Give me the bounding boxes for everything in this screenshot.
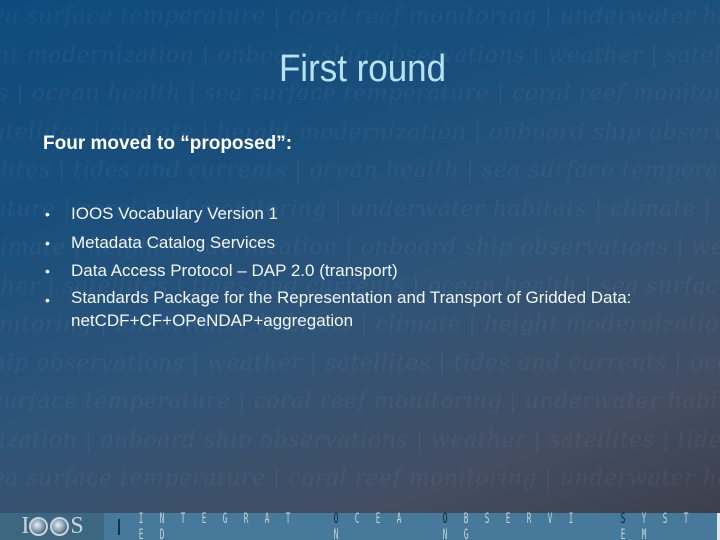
tagline-letter: C	[354, 510, 360, 527]
bullet-text: Standards Package for the Representation…	[71, 287, 632, 331]
bullet-text: IOOS Vocabulary Version 1	[71, 204, 278, 223]
tagline-letter: A	[396, 510, 402, 527]
tagline-letter: A	[264, 510, 270, 527]
tagline-letter: I	[568, 510, 574, 527]
tagline-letter: I	[138, 510, 144, 527]
tagline-letter: E	[201, 510, 207, 527]
tagline-letter: V	[547, 510, 553, 527]
watermark-line: sea surface temperature | coral reef mon…	[0, 389, 720, 414]
tagline-letter: G	[222, 510, 228, 527]
tagline-letter: T	[683, 510, 689, 527]
footer-bar: I S I N T E G R A TE D O C E AN O B S E R V IN G S Y S TE M	[0, 511, 720, 540]
globe-icon	[29, 517, 49, 536]
tagline-letter: R	[526, 510, 532, 527]
tagline-letter: S	[662, 510, 668, 527]
bullet-text: Data Access Protocol – DAP 2.0 (transpor…	[71, 261, 398, 280]
logo-letter-s: S	[70, 513, 83, 539]
tagline-letter: Y	[641, 510, 647, 527]
globe-icon	[50, 517, 70, 536]
tagline-letter: B	[463, 510, 469, 527]
tagline-letter: D	[159, 526, 165, 540]
tagline-letter: E	[138, 526, 144, 540]
tagline-letter: S	[620, 510, 626, 527]
tagline-letter: N	[159, 510, 165, 527]
tagline-letter: N	[333, 526, 339, 540]
bullet-icon: •	[45, 263, 50, 279]
bullet-icon: •	[45, 291, 50, 308]
slide-title: First round	[278, 48, 447, 90]
watermark-line: ship observations | weather | satellites…	[0, 350, 720, 376]
tagline-letter: M	[641, 526, 647, 540]
tagline-word: O C E A N	[329, 511, 416, 540]
watermark-line: satellites | tides and currents | ocean …	[0, 158, 720, 183]
watermark-line: sea surface temperature | coral reef mon…	[0, 4, 720, 29]
tagline-letter: E	[620, 526, 626, 540]
watermark-line: modernization | onboard ship observation…	[0, 427, 720, 453]
tagline-letter: T	[180, 510, 186, 527]
slide-subtitle: Four moved to “proposed”:	[43, 133, 293, 154]
tagline-divider	[118, 518, 120, 535]
tagline-word: S Y S TE M	[616, 511, 720, 540]
tagline-word: I N T E G R A TE D	[134, 511, 307, 540]
ioos-logo: I S	[0, 513, 104, 540]
bullet-item: • Data Access Protocol – DAP 2.0 (transp…	[45, 257, 705, 286]
bullet-text: Metadata Catalog Services	[71, 232, 276, 252]
tagline-letter: E	[375, 510, 381, 527]
bullet-list: • IOOS Vocabulary Version 1 • Metadata C…	[45, 200, 705, 336]
tagline-letter: R	[243, 510, 249, 527]
tagline-letter: O	[333, 510, 339, 527]
bullet-icon: •	[45, 206, 50, 222]
watermark-line: sea surface temperature | coral reef mon…	[0, 466, 720, 491]
footer-tagline: I N T E G R A TE D O C E AN O B S E R V IN G S Y S TE M	[104, 511, 720, 540]
bullet-icon: •	[45, 234, 50, 251]
logo-letter-i: I	[21, 513, 29, 539]
tagline-letter: T	[285, 510, 291, 527]
bullet-item: • Standards Package for the Representati…	[45, 286, 705, 336]
bullet-item: • IOOS Vocabulary Version 1	[45, 200, 705, 229]
tagline-letter: G	[463, 526, 469, 540]
tagline-letter: N	[442, 526, 448, 540]
tagline-letter: E	[505, 510, 511, 527]
tagline-word: O B S E R V I N G	[438, 511, 594, 540]
bullet-item: • Metadata Catalog Services	[45, 229, 705, 258]
tagline-letter: S	[484, 510, 490, 527]
tagline-letter: O	[442, 510, 448, 527]
